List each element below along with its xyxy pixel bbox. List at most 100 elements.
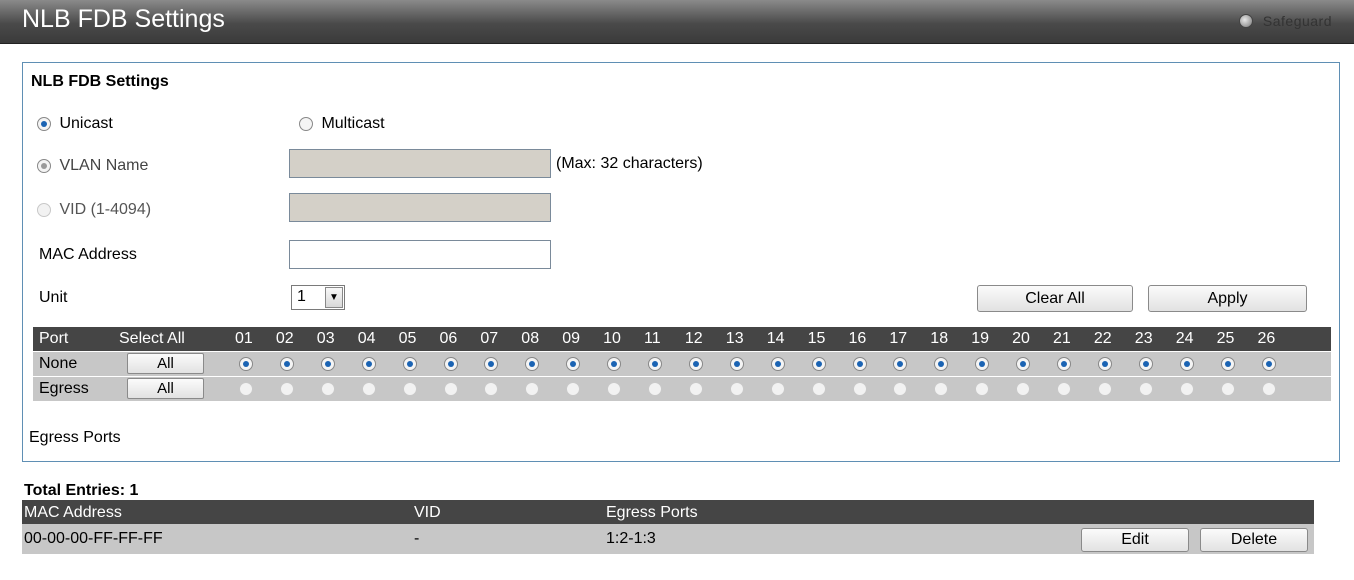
port-number-14: 14 bbox=[766, 330, 785, 347]
egress-port-14-radio[interactable] bbox=[770, 382, 785, 396]
egress-port-13-radio[interactable] bbox=[729, 382, 744, 396]
vid-radio[interactable] bbox=[37, 203, 51, 217]
egress-port-12-radio[interactable] bbox=[688, 382, 703, 396]
none-port-04-radio[interactable] bbox=[361, 357, 376, 371]
none-port-08-radio[interactable] bbox=[525, 357, 540, 371]
none-port-23-radio[interactable] bbox=[1138, 357, 1153, 371]
egress-port-19-radio[interactable] bbox=[975, 382, 990, 396]
port-number-02: 02 bbox=[275, 330, 294, 347]
vid-option[interactable]: VID (1-4094) bbox=[37, 201, 151, 219]
total-entries: Total Entries: 1 bbox=[24, 482, 139, 499]
port-selection-table: Port Select All 01 02 03 04 05 06 07 08 09 10 11 12… bbox=[33, 327, 1331, 402]
unicast-option[interactable]: Unicast bbox=[37, 115, 113, 133]
none-port-21-radio[interactable] bbox=[1057, 357, 1071, 371]
none-port-22-radio[interactable] bbox=[1097, 357, 1112, 371]
unit-select[interactable]: 1 ▼ bbox=[291, 285, 345, 310]
none-port-14-radio[interactable] bbox=[770, 357, 785, 371]
edit-button[interactable]: Edit bbox=[1081, 528, 1189, 552]
port-number-06: 06 bbox=[439, 330, 458, 347]
none-port-03-radio[interactable] bbox=[320, 357, 335, 371]
egress-port-06-radio[interactable] bbox=[443, 382, 458, 396]
egress-port-21-radio[interactable] bbox=[1057, 382, 1071, 396]
none-port-07-radio[interactable] bbox=[484, 357, 499, 371]
port-number-26: 26 bbox=[1257, 330, 1276, 347]
none-port-15-radio[interactable] bbox=[811, 357, 826, 371]
port-number-25: 25 bbox=[1216, 330, 1235, 347]
egress-port-16-radio[interactable] bbox=[852, 382, 867, 396]
chevron-down-icon[interactable]: ▼ bbox=[325, 287, 343, 308]
port-number-09: 09 bbox=[562, 330, 580, 347]
multicast-label: Multicast bbox=[321, 115, 385, 132]
vlan-name-option[interactable]: VLAN Name bbox=[37, 157, 148, 175]
port-number-05: 05 bbox=[398, 330, 417, 347]
delete-button[interactable]: Delete bbox=[1200, 528, 1308, 552]
port-header-row: Port Select All 01 02 03 04 05 06 07 08 09 10 11 12… bbox=[33, 327, 1331, 352]
egress-port-11-radio[interactable] bbox=[648, 382, 662, 396]
egress-port-25-radio[interactable] bbox=[1220, 382, 1235, 396]
vlan-name-radio[interactable] bbox=[37, 159, 51, 173]
egress-port-17-radio[interactable] bbox=[893, 382, 908, 396]
vid-input[interactable] bbox=[289, 193, 551, 222]
apply-button[interactable]: Apply bbox=[1148, 285, 1307, 312]
safeguard-status-icon bbox=[1238, 14, 1253, 28]
egress-port-07-radio[interactable] bbox=[484, 382, 499, 396]
none-port-11-radio[interactable] bbox=[648, 357, 662, 371]
page-title: NLB FDB Settings bbox=[22, 5, 225, 33]
none-port-20-radio[interactable] bbox=[1016, 357, 1031, 371]
panel-heading: NLB FDB Settings bbox=[31, 73, 169, 90]
col-vid: VID bbox=[414, 504, 441, 521]
none-port-06-radio[interactable] bbox=[443, 357, 458, 371]
none-port-10-radio[interactable] bbox=[607, 357, 622, 371]
egress-port-03-radio[interactable] bbox=[320, 382, 335, 396]
none-port-17-radio[interactable] bbox=[893, 357, 908, 371]
results-header-row: MAC Address VID Egress Ports bbox=[22, 500, 1314, 524]
egress-port-01-radio[interactable] bbox=[239, 382, 253, 396]
egress-port-18-radio[interactable] bbox=[934, 382, 949, 396]
row-mac: 00-00-00-FF-FF-FF bbox=[24, 530, 163, 547]
egress-port-22-radio[interactable] bbox=[1097, 382, 1112, 396]
egress-port-15-radio[interactable] bbox=[811, 382, 826, 396]
egress-port-10-radio[interactable] bbox=[607, 382, 622, 396]
table-row: 00-00-00-FF-FF-FF - 1:2-1:3 Edit Delete bbox=[22, 524, 1314, 554]
none-port-24-radio[interactable] bbox=[1179, 357, 1194, 371]
none-port-01-radio[interactable] bbox=[239, 357, 253, 371]
port-number-11: 11 bbox=[644, 330, 661, 347]
none-port-16-radio[interactable] bbox=[852, 357, 867, 371]
none-port-12-radio[interactable] bbox=[688, 357, 703, 371]
egress-port-02-radio[interactable] bbox=[279, 382, 294, 396]
egress-row-label: Egress bbox=[39, 380, 89, 397]
egress-port-09-radio[interactable] bbox=[566, 382, 581, 396]
none-port-02-radio[interactable] bbox=[279, 357, 294, 371]
none-port-26-radio[interactable] bbox=[1261, 357, 1276, 371]
clear-all-button[interactable]: Clear All bbox=[977, 285, 1133, 312]
multicast-option[interactable]: Multicast bbox=[299, 115, 385, 133]
egress-port-04-radio[interactable] bbox=[361, 382, 376, 396]
mac-address-input[interactable] bbox=[289, 240, 551, 269]
none-port-19-radio[interactable] bbox=[975, 357, 990, 371]
none-row: None All bbox=[33, 352, 1331, 377]
vlan-name-input[interactable] bbox=[289, 149, 551, 178]
unicast-radio[interactable] bbox=[37, 117, 51, 131]
row-vid: - bbox=[414, 530, 420, 547]
mac-address-label: MAC Address bbox=[39, 246, 137, 263]
egress-port-20-radio[interactable] bbox=[1016, 382, 1031, 396]
none-port-18-radio[interactable] bbox=[934, 357, 949, 371]
none-port-13-radio[interactable] bbox=[729, 357, 744, 371]
egress-port-26-radio[interactable] bbox=[1261, 382, 1276, 396]
multicast-radio[interactable] bbox=[299, 117, 313, 131]
egress-select-all-button[interactable]: All bbox=[127, 378, 204, 399]
egress-port-05-radio[interactable] bbox=[402, 382, 417, 396]
none-row-label: None bbox=[39, 355, 78, 372]
port-header: Port bbox=[39, 330, 69, 347]
none-port-09-radio[interactable] bbox=[566, 357, 581, 371]
none-port-05-radio[interactable] bbox=[402, 357, 417, 371]
port-number-10: 10 bbox=[603, 330, 621, 347]
results-table: MAC Address VID Egress Ports 00-00-00-FF… bbox=[22, 500, 1314, 554]
port-number-21: 21 bbox=[1053, 330, 1071, 347]
safeguard-indicator[interactable]: Safeguard bbox=[1238, 13, 1332, 29]
none-select-all-button[interactable]: All bbox=[127, 353, 204, 374]
egress-port-23-radio[interactable] bbox=[1138, 382, 1153, 396]
egress-port-24-radio[interactable] bbox=[1179, 382, 1194, 396]
egress-port-08-radio[interactable] bbox=[525, 382, 540, 396]
none-port-25-radio[interactable] bbox=[1220, 357, 1235, 371]
